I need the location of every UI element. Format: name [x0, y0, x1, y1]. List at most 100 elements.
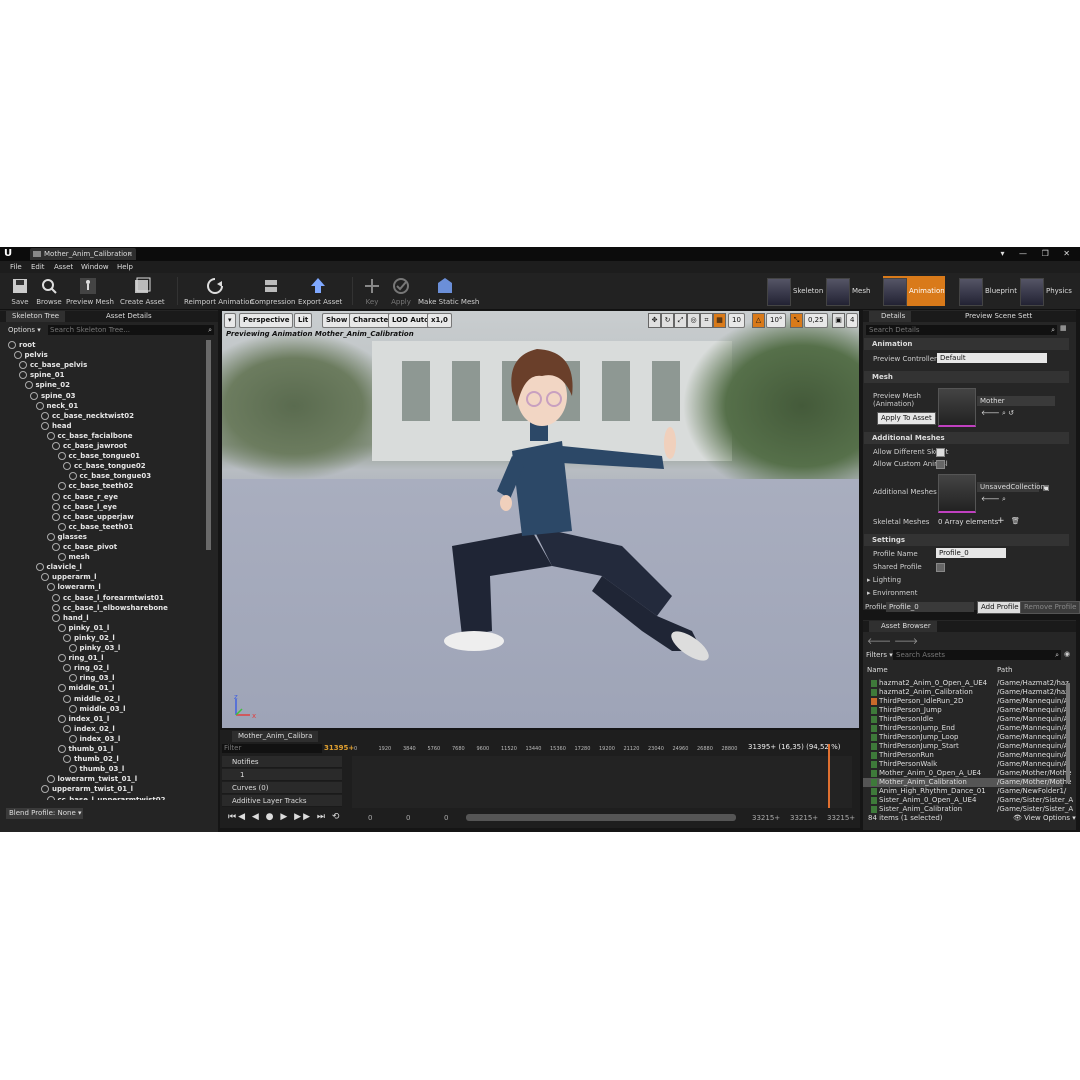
window-controls[interactable]: ▾ — ❐ ✕: [1000, 247, 1076, 261]
asset-row[interactable]: Mother_Anim_0_Open_A_UE4/Game/Mother/Mot…: [863, 769, 1071, 778]
tree-options-dropdown[interactable]: Options ▾: [8, 326, 41, 334]
make-static-mesh-button[interactable]: Make Static Mesh: [418, 275, 479, 307]
section-mesh[interactable]: Mesh: [864, 371, 1069, 383]
camera-speed-value[interactable]: 4: [846, 313, 859, 328]
bone-row[interactable]: cc_base_l_forearmtwist01: [52, 593, 164, 603]
asset-list-scrollbar[interactable]: [1066, 683, 1070, 783]
profile-dropdown[interactable]: Profile_0: [886, 602, 974, 612]
section-settings[interactable]: Settings: [864, 534, 1069, 546]
preview-controller-dropdown[interactable]: Default: [937, 353, 1047, 363]
apply-button[interactable]: Apply: [389, 275, 413, 307]
bone-row[interactable]: index_03_l: [68, 734, 120, 744]
collection-dropdown[interactable]: UnsavedCollection: [977, 482, 1045, 492]
asset-row[interactable]: Anim_High_Rhythm_Dance_01/Game/NewFolder…: [863, 787, 1066, 796]
translate-icon[interactable]: ✥: [648, 313, 661, 328]
section-animation[interactable]: Animation: [864, 338, 1069, 350]
playback-end-value[interactable]: 33215+: [790, 814, 818, 822]
skeleton-search-input[interactable]: Search Skeleton Tree... ⌕: [48, 325, 214, 335]
bone-row[interactable]: pinky_01_l: [57, 623, 109, 633]
viewport[interactable]: ▾ Perspective Lit Show Character LOD Aut…: [222, 311, 859, 728]
tab-preview-scene-settings[interactable]: Preview Scene Sett: [953, 311, 1039, 322]
track-notifies[interactable]: Notifies: [222, 756, 342, 768]
preview-mesh-dropdown[interactable]: Mother: [977, 396, 1055, 406]
filters-dropdown[interactable]: Filters ▾: [866, 651, 893, 659]
asset-search-input[interactable]: Search Assets ⌕: [893, 650, 1061, 660]
menu-file[interactable]: File: [10, 261, 22, 273]
track-notify-1[interactable]: 1: [222, 769, 342, 781]
allow-custom-animbp-checkbox[interactable]: [936, 460, 945, 469]
bone-row[interactable]: pinky_02_l: [63, 633, 115, 643]
world-local-icon[interactable]: ◎: [687, 313, 700, 328]
tab-skeleton-tree[interactable]: Skeleton Tree: [6, 311, 66, 322]
bone-row[interactable]: index_02_l: [63, 724, 115, 734]
view-start-value[interactable]: 0: [368, 814, 372, 822]
range-start-value[interactable]: 0: [444, 814, 448, 822]
bone-row[interactable]: glasses: [46, 532, 87, 542]
asset-row[interactable]: ThirdPersonIdle/Game/Mannequin/A: [863, 715, 1068, 724]
bone-row[interactable]: middle_02_l: [63, 694, 120, 704]
bone-row[interactable]: cc_base_l_eye: [52, 502, 117, 512]
bone-row[interactable]: thumb_01_l: [57, 744, 113, 754]
playback-start-value[interactable]: 0: [406, 814, 410, 822]
asset-row[interactable]: ThirdPersonWalk/Game/Mannequin/A: [863, 760, 1068, 769]
bone-row[interactable]: ring_01_l: [57, 653, 104, 663]
use-selected-arrow-icon[interactable]: 🡐 ⌕ ↺: [981, 408, 1014, 418]
blend-profile-dropdown[interactable]: Blend Profile: None ▾: [6, 808, 83, 819]
tab-asset-details[interactable]: Asset Details: [100, 311, 158, 322]
bone-row[interactable]: cc_base_teeth02: [57, 481, 133, 491]
menu-window[interactable]: Window: [81, 261, 109, 273]
add-element-icon[interactable]: +: [997, 516, 1005, 526]
mode-blueprint[interactable]: Blueprint: [959, 276, 1017, 306]
menu-asset[interactable]: Asset: [54, 261, 73, 273]
asset-row[interactable]: Sister_Anim_Calibration/Game/Sister/Sist…: [863, 805, 1073, 814]
bone-row[interactable]: cc_base_tongue01: [57, 451, 140, 461]
viewport-menu-dropdown[interactable]: ▾: [224, 313, 236, 328]
playhead[interactable]: [828, 744, 830, 808]
mode-mesh[interactable]: Mesh: [826, 276, 880, 306]
timeline-scrollbar[interactable]: [466, 814, 736, 821]
bone-row[interactable]: upperarm_l: [41, 572, 97, 582]
bone-row[interactable]: cc_base_r_eye: [52, 492, 118, 502]
lit-button[interactable]: Lit: [294, 313, 313, 328]
asset-row[interactable]: ThirdPersonRun/Game/Mannequin/A: [863, 751, 1068, 760]
range-end-value[interactable]: 33215+: [752, 814, 780, 822]
scale-icon[interactable]: ⤢: [674, 313, 687, 328]
apply-to-asset-button[interactable]: Apply To Asset: [877, 412, 936, 425]
export-asset-button[interactable]: Export Asset: [298, 275, 342, 307]
column-path-header[interactable]: Path: [997, 666, 1012, 674]
bone-row[interactable]: clavicle_l: [35, 562, 82, 572]
bone-row[interactable]: spine_02: [24, 380, 70, 390]
section-additional-meshes[interactable]: Additional Meshes: [864, 432, 1069, 444]
grid-snap-value[interactable]: 10: [728, 313, 745, 328]
rotation-snap-icon[interactable]: △: [752, 313, 765, 328]
bone-row[interactable]: cc_base_teeth01: [57, 522, 133, 532]
bone-row[interactable]: spine_03: [30, 391, 76, 401]
bone-row[interactable]: ring_03_l: [68, 673, 115, 683]
tab-asset-browser[interactable]: Asset Browser: [869, 621, 937, 632]
scale-snap-icon[interactable]: ⤡: [790, 313, 803, 328]
add-profile-button[interactable]: Add Profile: [977, 601, 1023, 614]
track-area[interactable]: [352, 756, 852, 808]
environment-expander[interactable]: ▸ Environment: [867, 589, 917, 597]
bone-row[interactable]: root: [8, 340, 35, 350]
browse-button[interactable]: Browse: [34, 275, 64, 307]
rotation-snap-value[interactable]: 10°: [766, 313, 787, 328]
timeline-filter-input[interactable]: Filter: [222, 744, 322, 753]
save-button[interactable]: Save: [6, 275, 34, 307]
surface-snap-icon[interactable]: ⌗: [700, 313, 713, 328]
allow-different-skeleton-checkbox[interactable]: [936, 448, 945, 457]
view-end-value[interactable]: 33215+: [827, 814, 855, 822]
lighting-expander[interactable]: ▸ Lighting: [867, 576, 901, 584]
remove-profile-button[interactable]: Remove Profile: [1020, 601, 1080, 614]
collection-actions-icon[interactable]: 🡐 ⌕: [981, 494, 1006, 504]
playback-speed-button[interactable]: x1,0: [427, 313, 452, 328]
bone-row[interactable]: cc_base_upperjaw: [52, 512, 134, 522]
mode-physics[interactable]: Physics: [1020, 276, 1076, 306]
bone-row[interactable]: lowerarm_l: [46, 582, 101, 592]
profile-name-input[interactable]: Profile_0: [936, 548, 1006, 558]
shared-profile-checkbox[interactable]: [936, 563, 945, 572]
mode-skeleton[interactable]: Skeleton: [767, 276, 823, 306]
asset-row[interactable]: ThirdPerson_IdleRun_2D/Game/Mannequin/A: [863, 697, 1068, 706]
grid-view-icon[interactable]: ▦: [1060, 324, 1067, 332]
bone-row[interactable]: cc_base_pivot: [52, 542, 117, 552]
